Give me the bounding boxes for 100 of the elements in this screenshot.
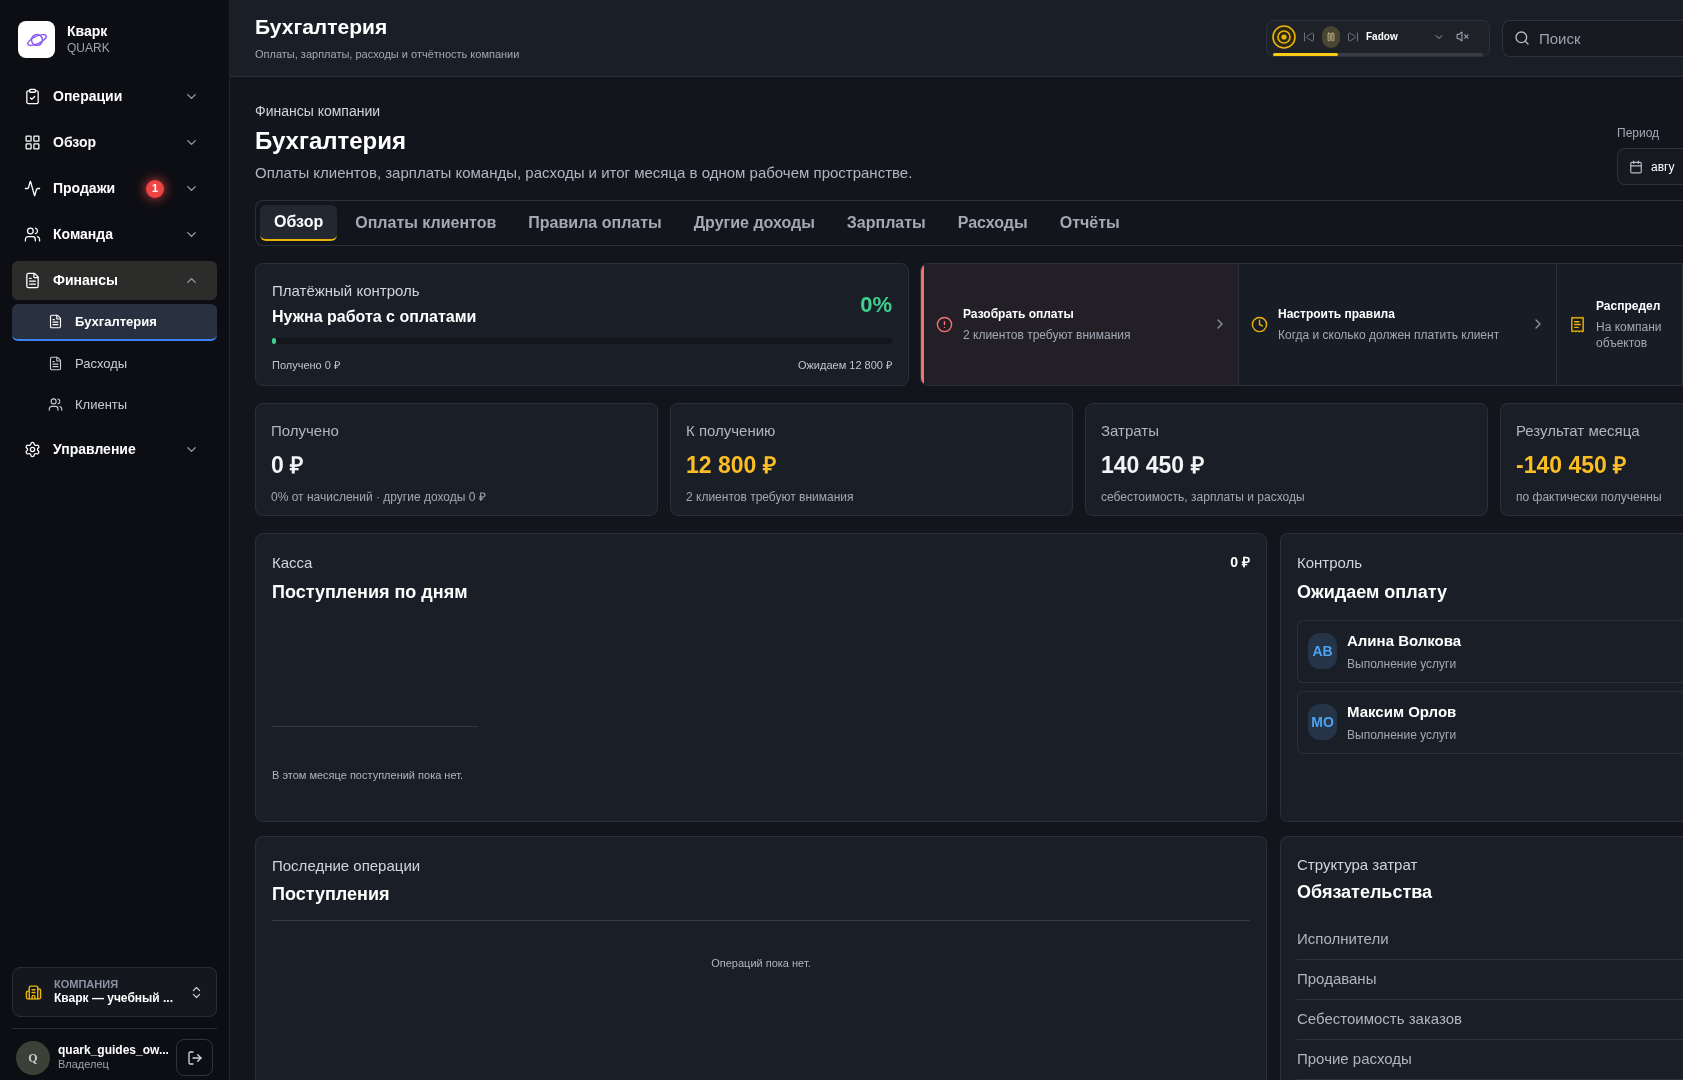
brand-name: Кварк (67, 23, 109, 41)
pause-icon (1326, 31, 1336, 42)
nav-item[interactable]: Финансы (12, 261, 217, 300)
breadcrumb: Финансы компании (255, 102, 382, 121)
stat-note: 2 клиентов требуют внимания (686, 488, 855, 506)
user-avatar: Q (16, 1040, 50, 1075)
action-text: На компани объектов (1596, 318, 1663, 352)
mute-icon[interactable] (1456, 30, 1469, 44)
clock-icon (1251, 315, 1268, 333)
calendar-icon (1629, 159, 1643, 174)
cash-total: 0 ₽ (1230, 553, 1250, 573)
period-label: Период (1617, 125, 1661, 142)
tab[interactable]: Расходы (943, 204, 1042, 241)
stat-note: 0% от начислений · другие доходы 0 ₽ (271, 488, 487, 506)
alert-icon (936, 315, 953, 333)
card-title: Ожидаем оплату (1297, 580, 1448, 604)
stat-note: себестоимость, зарплаты и расходы (1101, 488, 1306, 506)
stat-label: К получению (686, 420, 777, 441)
search-icon (1514, 29, 1530, 46)
building-icon (25, 983, 42, 1001)
action-tile[interactable]: Распредел На компани объектов (1557, 263, 1683, 385)
client-name: Алина Волкова (1347, 631, 1462, 651)
expected-text: Ожидаем 12 800 ₽ (797, 358, 892, 374)
users-icon (48, 397, 63, 412)
card-caption: Контроль (1297, 553, 1364, 574)
header-subtitle: Оплаты, зарплаты, расходы и отчётность компании (255, 46, 521, 62)
tab[interactable]: Правила оплаты (514, 204, 676, 241)
empty-message: Операций пока нет. (711, 956, 811, 971)
stat-label: Затраты (1101, 420, 1160, 441)
grid-icon (24, 134, 41, 151)
pause-button[interactable] (1322, 25, 1340, 48)
client-avatar: АВ (1308, 633, 1337, 670)
cost-row-label: Прочие расходы (1297, 1049, 1412, 1070)
page-description: Оплаты клиентов, зарплаты команды, расходы и итог месяца в одном рабочем пространстве. (255, 163, 914, 183)
stat-value: -140 450 ₽ (1516, 451, 1628, 481)
nav-item[interactable]: Команда (12, 215, 217, 254)
previous-icon[interactable] (1303, 30, 1315, 43)
brand-subtitle: QUARK (67, 40, 110, 56)
track-title: Fadow (1366, 30, 1399, 45)
stat-label: Результат месяца (1516, 420, 1641, 441)
settings-icon (24, 441, 41, 458)
tab[interactable]: Обзор (260, 204, 338, 241)
action-title: Распредел (1596, 297, 1662, 315)
client-row[interactable]: АВ Алина Волкова Выполнение услуги (1297, 619, 1683, 683)
nav-item[interactable]: Обзор (12, 123, 217, 162)
tab[interactable]: Зарплаты (832, 204, 940, 241)
nav-item[interactable]: Управление (12, 430, 217, 469)
client-service: Выполнение услуги (1347, 726, 1457, 744)
company-caption: КОМПАНИЯ (54, 977, 120, 992)
company-name: Кварк — учебный ... (54, 991, 174, 1007)
action-tile[interactable]: Разобрать оплаты 2 клиентов требуют внимания (921, 263, 1239, 385)
company-switcher[interactable]: КОМПАНИЯ Кварк — учебный ... (12, 967, 217, 1017)
document-icon (24, 272, 41, 289)
cost-row-label: Исполнители (1297, 929, 1389, 950)
card-caption: Последние операции (272, 855, 422, 876)
action-text: Когда и сколько должен платить клиент (1278, 326, 1501, 344)
tab[interactable]: Отчёты (1045, 204, 1134, 241)
client-name: Максим Орлов (1347, 702, 1457, 722)
stat-value: 140 450 ₽ (1101, 451, 1205, 481)
client-avatar: МО (1308, 704, 1337, 741)
nav-subitem[interactable]: Бухгалтерия (12, 304, 217, 341)
card-title: Поступления по дням (272, 580, 469, 604)
notification-badge: 1 (146, 179, 164, 198)
stat-label: Получено (271, 420, 340, 441)
stat-value: 0 ₽ (271, 451, 305, 481)
search-field[interactable]: Поиск (1502, 19, 1683, 57)
received-text: Получено 0 ₽ (272, 358, 340, 374)
empty-message: В этом месяце поступлений пока нет. (272, 767, 465, 783)
tab[interactable]: Другие доходы (679, 204, 829, 241)
cost-row-label: Себестоимость заказов (1297, 1009, 1462, 1030)
nav-subitem[interactable]: Расходы (12, 345, 217, 382)
disc-icon (1272, 24, 1296, 49)
client-service: Выполнение услуги (1347, 655, 1458, 673)
header-title: Бухгалтерия (255, 13, 389, 40)
user-role: Владелец (58, 1058, 110, 1072)
logout-button[interactable] (176, 1039, 213, 1076)
card-title: Нужна работа с оплатами (272, 307, 478, 328)
period-field[interactable]: авгу (1617, 148, 1683, 185)
clipboard-check-icon (24, 88, 41, 105)
document-icon (48, 314, 63, 329)
card-caption: Касса (272, 553, 314, 574)
next-icon[interactable] (1347, 30, 1359, 43)
card-title: Обязательства (1297, 881, 1434, 904)
cost-row-label: Продаваны (1297, 969, 1377, 990)
nav-item[interactable]: Операции (12, 77, 217, 116)
action-title: Разобрать оплаты (963, 305, 1075, 323)
tab[interactable]: Оплаты клиентов (341, 204, 511, 241)
nav-subitem[interactable]: Клиенты (12, 386, 217, 423)
action-title: Настроить правила (1278, 305, 1396, 323)
stat-value: 12 800 ₽ (686, 451, 777, 481)
nav-item[interactable]: Продажи 1 (12, 169, 217, 208)
stat-note: по фактически полученны (1516, 488, 1663, 506)
document-icon (48, 356, 63, 371)
card-caption: Структура затрат (1297, 854, 1419, 875)
receipt-icon (1569, 315, 1586, 333)
pulse-icon (24, 180, 41, 197)
card-caption: Платёжный контроль (272, 280, 421, 301)
action-tile[interactable]: Настроить правила Когда и сколько должен платить клиент (1239, 263, 1557, 385)
page-title: Бухгалтерия (255, 126, 408, 156)
client-row[interactable]: МО Максим Орлов Выполнение услуги (1297, 690, 1683, 754)
